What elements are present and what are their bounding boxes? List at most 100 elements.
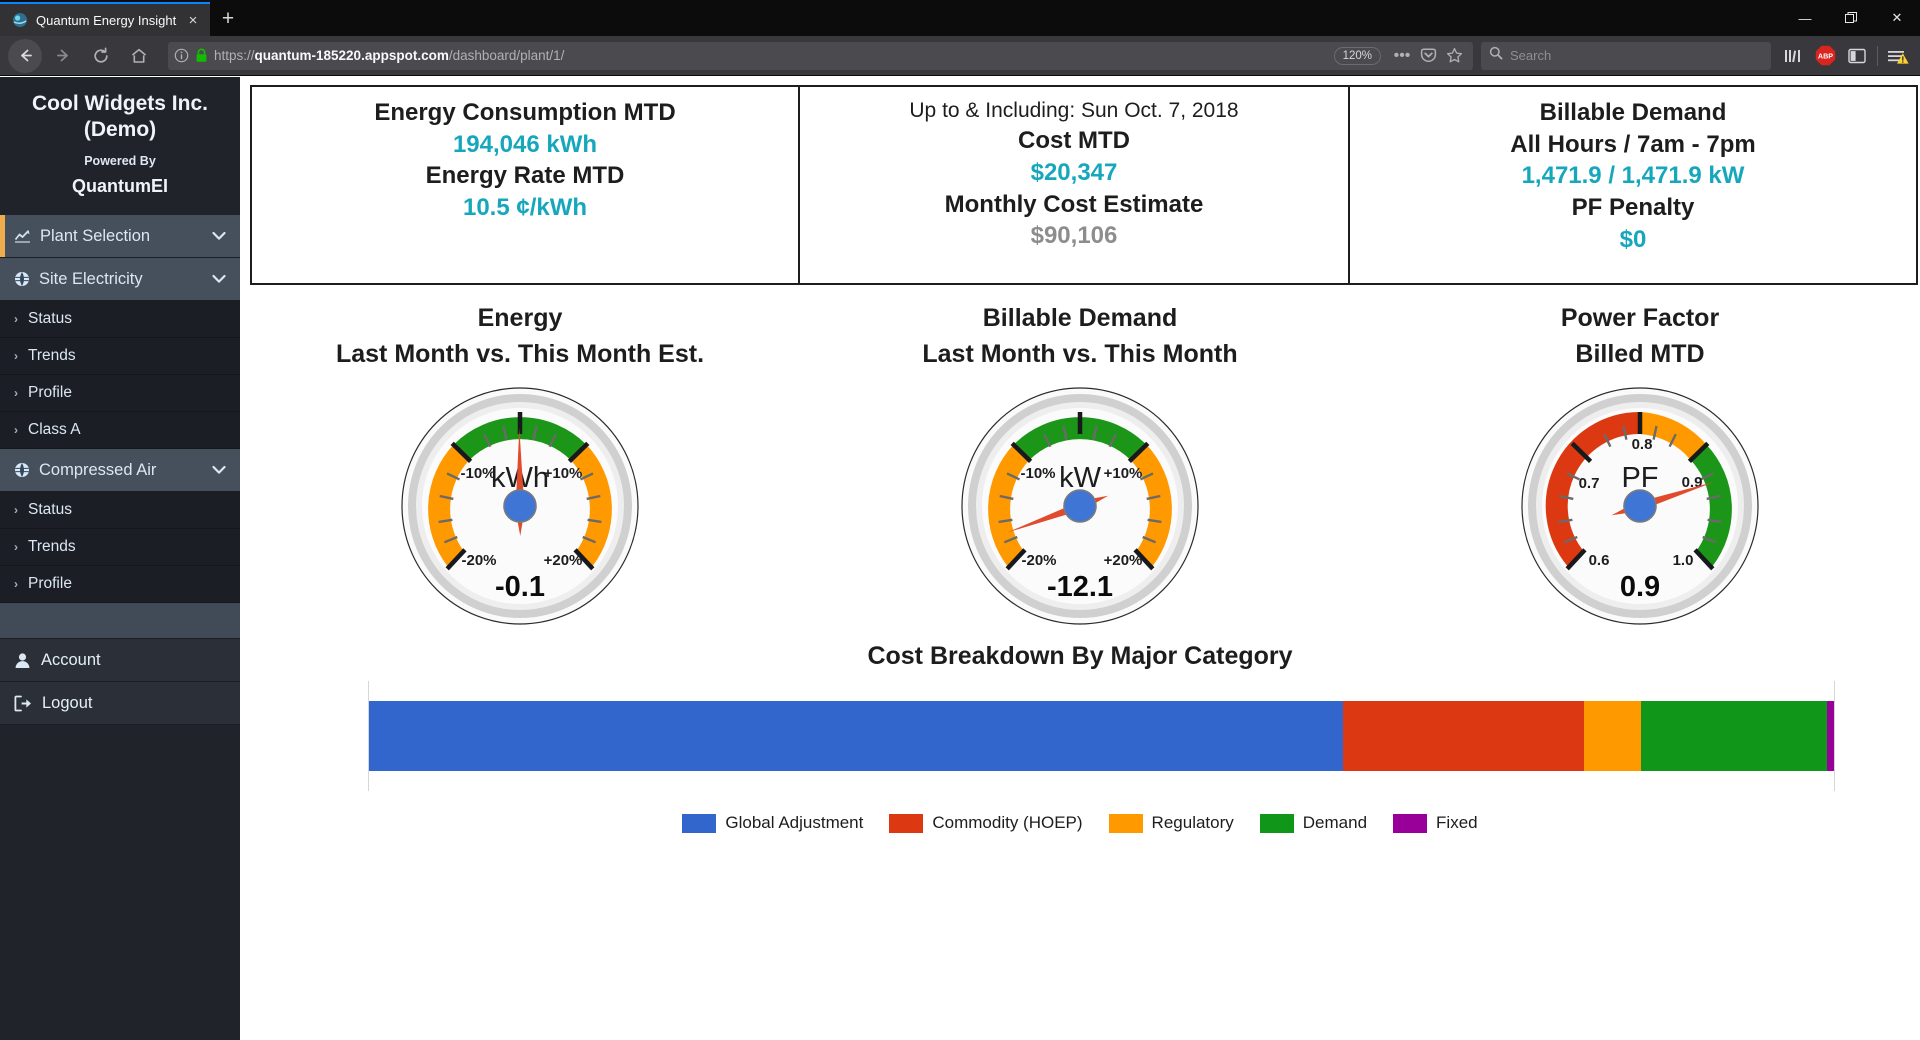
gauge-value-label: -0.1 <box>495 571 545 603</box>
sidebar-group-label: Site Electricity <box>39 270 212 289</box>
gauge-title-line1: Energy <box>240 301 800 337</box>
bar-segment-demand[interactable] <box>1641 701 1827 771</box>
kpi-label: Billable Demand <box>1356 97 1910 129</box>
sidebar-group-site-electricity[interactable]: Site Electricity <box>0 258 240 301</box>
stacked-bar <box>369 701 1834 771</box>
chevron-down-icon <box>212 463 226 478</box>
legend-label: Global Adjustment <box>725 813 863 833</box>
sidebar-item-label: Trends <box>28 347 76 365</box>
new-tab-button[interactable]: + <box>210 2 246 36</box>
legend-swatch <box>1260 814 1294 833</box>
legend-item-regulatory[interactable]: Regulatory <box>1109 813 1234 833</box>
sidebar-item-site-electricity-class-a[interactable]: › Class A <box>0 412 240 449</box>
bar-segment-global-adjustment[interactable] <box>369 701 1343 771</box>
toolbar-separator <box>1877 46 1878 66</box>
gauge-unit-label: kW <box>1059 462 1102 494</box>
chevron-down-icon <box>212 272 226 287</box>
kpi-card-row: Energy Consumption MTD 194,046 kWh Energ… <box>250 85 1918 285</box>
gauge-title-line2: Billed MTD <box>1360 337 1920 373</box>
gauge-energy: -10% +10% -20% +20% kWh -0.1 <box>240 386 800 626</box>
zoom-level-indicator[interactable]: 120% <box>1334 47 1381 65</box>
window-close-button[interactable]: ✕ <box>1874 0 1920 36</box>
gauge-tick-label: 0.6 <box>1589 552 1610 569</box>
forward-arrow-icon[interactable] <box>46 39 80 73</box>
gauge-value-label: 0.9 <box>1620 571 1660 603</box>
sidebar-item-site-electricity-status[interactable]: › Status <box>0 301 240 338</box>
url-bar[interactable]: https://quantum-185220.appspot.com/dashb… <box>168 42 1473 70</box>
chevron-down-icon <box>212 229 226 244</box>
legend-item-global-adjustment[interactable]: Global Adjustment <box>682 813 863 833</box>
legend-swatch <box>1393 814 1427 833</box>
kpi-label: Monthly Cost Estimate <box>806 189 1342 221</box>
pocket-icon[interactable] <box>1415 43 1441 69</box>
gauge-title-line2: Last Month vs. This Month <box>800 337 1360 373</box>
sidebar-group-plant-selection[interactable]: Plant Selection <box>0 215 240 258</box>
sidebar-item-label: Profile <box>28 575 72 593</box>
url-host: quantum-185220.appspot.com <box>255 48 449 63</box>
chevron-right-icon: › <box>14 577 18 591</box>
bar-segment-regulatory[interactable] <box>1584 701 1641 771</box>
search-bar[interactable]: Search <box>1481 42 1771 70</box>
back-arrow-icon[interactable] <box>8 39 42 73</box>
sidebar-icon[interactable] <box>1841 40 1873 72</box>
legend-item-demand[interactable]: Demand <box>1260 813 1367 833</box>
sidebar-item-logout[interactable]: Logout <box>0 682 240 725</box>
reload-icon[interactable] <box>84 39 118 73</box>
sidebar-item-site-electricity-trends[interactable]: › Trends <box>0 338 240 375</box>
gauge-tick-label: -10% <box>1020 465 1055 482</box>
kpi-label: Energy Consumption MTD <box>258 97 792 129</box>
legend-label: Commodity (HOEP) <box>932 813 1082 833</box>
svg-text:ABP: ABP <box>1817 52 1832 61</box>
product-name: QuantumEI <box>10 176 230 197</box>
brand-block: Cool Widgets Inc. (Demo) Powered By Quan… <box>0 77 240 215</box>
legend-item-commodity-hoep[interactable]: Commodity (HOEP) <box>889 813 1082 833</box>
bar-segment-fixed[interactable] <box>1827 701 1834 771</box>
window-minimize-button[interactable]: — <box>1782 0 1828 36</box>
sidebar-item-label: Logout <box>42 694 92 713</box>
legend-label: Regulatory <box>1152 813 1234 833</box>
page-actions-more-icon[interactable]: ••• <box>1389 43 1415 69</box>
chevron-right-icon: › <box>14 540 18 554</box>
gauge-tick-label: 0.8 <box>1632 436 1653 453</box>
kpi-card-cost: Up to & Including: Sun Oct. 7, 2018 Cost… <box>800 85 1350 285</box>
cost-breakdown-chart <box>240 681 1920 791</box>
kpi-value: $20,347 <box>806 157 1342 189</box>
library-icon[interactable] <box>1777 40 1809 72</box>
legend-item-fixed[interactable]: Fixed <box>1393 813 1478 833</box>
star-icon[interactable] <box>1441 43 1467 69</box>
sidebar-item-compressed-air-status[interactable]: › Status <box>0 492 240 529</box>
window-maximize-button[interactable] <box>1828 0 1874 36</box>
chevron-right-icon: › <box>14 423 18 437</box>
tab-close-icon[interactable]: × <box>184 11 202 29</box>
gauge-tick-label: +20% <box>1104 552 1143 569</box>
adblock-plus-icon[interactable]: ABP <box>1809 40 1841 72</box>
sidebar-group-compressed-air[interactable]: Compressed Air <box>0 449 240 492</box>
legend-swatch <box>682 814 716 833</box>
legend-label: Fixed <box>1436 813 1478 833</box>
browser-tab[interactable]: Quantum Energy Insight × <box>0 2 210 36</box>
gauge-svg: -10% +10% -20% +20% kW -12.1 <box>960 386 1200 626</box>
gauge-title-line1: Billable Demand <box>800 301 1360 337</box>
bar-segment-commodity-hoep[interactable] <box>1343 701 1585 771</box>
kpi-label: Energy Rate MTD <box>258 160 792 192</box>
gauge-tick-label: 1.0 <box>1673 552 1694 569</box>
tab-title: Quantum Energy Insight <box>36 13 184 28</box>
url-text[interactable]: https://quantum-185220.appspot.com/dashb… <box>214 48 1334 63</box>
sidebar-item-compressed-air-profile[interactable]: › Profile <box>0 566 240 603</box>
gauge-svg: 0.6 0.7 0.8 0.9 1.0 PF 0.9 <box>1520 386 1760 626</box>
chevron-right-icon: › <box>14 312 18 326</box>
sidebar-item-site-electricity-profile[interactable]: › Profile <box>0 375 240 412</box>
gauge-tick-label: 0.7 <box>1579 475 1600 492</box>
home-icon[interactable] <box>122 39 156 73</box>
gauge-tick-label: -20% <box>461 552 496 569</box>
padlock-icon[interactable] <box>195 48 208 63</box>
kpi-label: All Hours / 7am - 7pm <box>1356 129 1910 161</box>
gauge-power-factor: 0.6 0.7 0.8 0.9 1.0 PF 0.9 <box>1360 386 1920 626</box>
kpi-value: 1,471.9 / 1,471.9 kW <box>1356 160 1910 192</box>
dashboard-main: Energy Consumption MTD 194,046 kWh Energ… <box>240 77 1920 1040</box>
info-circle-icon[interactable] <box>174 48 189 63</box>
hamburger-menu-icon[interactable] <box>1882 40 1914 72</box>
url-scheme: https:// <box>214 48 255 63</box>
sidebar-item-account[interactable]: Account <box>0 639 240 682</box>
sidebar-item-compressed-air-trends[interactable]: › Trends <box>0 529 240 566</box>
